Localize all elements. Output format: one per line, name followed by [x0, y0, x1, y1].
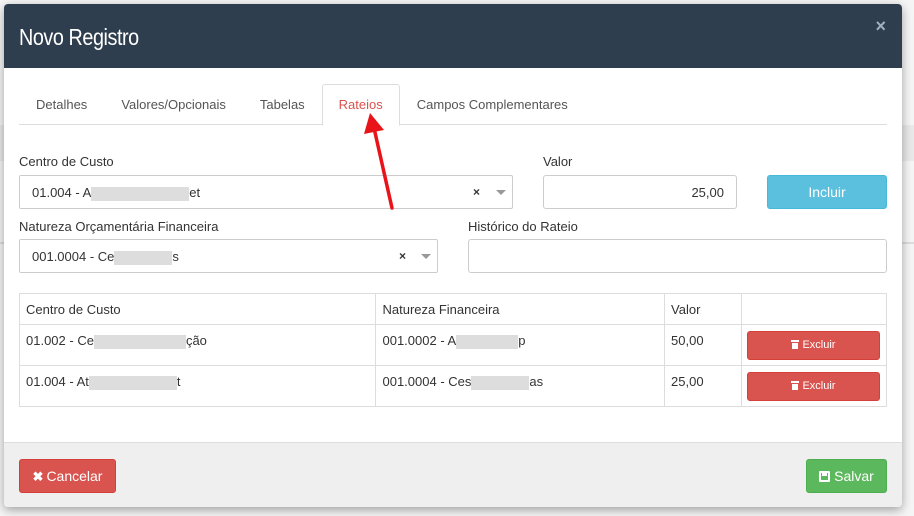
save-icon [819, 471, 831, 482]
modal-title: Novo Registro [19, 24, 139, 50]
cell-natureza: 001.0002 - Ap [375, 324, 666, 366]
cell-actions: Excluir [740, 365, 888, 407]
cell-valor: 25,00 [664, 365, 742, 407]
column-header-centro: Centro de Custo [18, 293, 377, 325]
tab-bar: Detalhes Valores/Opcionais Tabelas Ratei… [19, 84, 887, 126]
clear-icon[interactable]: × [399, 249, 406, 263]
cell-actions: Excluir [740, 324, 888, 366]
trash-icon [791, 340, 800, 349]
historico-label: Histórico do Rateio [468, 219, 578, 234]
chevron-down-icon[interactable] [421, 254, 431, 259]
centro-custo-select[interactable]: 01.004 - Aet × [19, 175, 513, 209]
clear-icon[interactable]: × [473, 185, 480, 199]
trash-icon [791, 381, 800, 390]
historico-input[interactable] [468, 239, 887, 273]
cancel-button[interactable]: ✖ Cancelar [19, 459, 116, 493]
modal-header: Novo Registro × [4, 4, 902, 68]
cancel-x-icon: ✖ [32, 469, 44, 484]
tab-valores-opcionais[interactable]: Valores/Opcionais [104, 84, 243, 125]
natureza-label: Natureza Orçamentária Financeira [19, 219, 219, 234]
column-header-valor: Valor [664, 293, 742, 325]
save-button[interactable]: Salvar [806, 459, 887, 493]
modal-novo-registro: Novo Registro × Detalhes Valores/Opciona… [4, 4, 902, 507]
column-header-actions [740, 293, 888, 325]
rateios-table: Centro de Custo Natureza Financeira Valo… [18, 293, 888, 407]
natureza-select[interactable]: 001.0004 - Ce s × [19, 239, 438, 273]
chevron-down-icon[interactable] [496, 190, 506, 195]
column-header-natureza: Natureza Financeira [375, 293, 666, 325]
tab-detalhes[interactable]: Detalhes [19, 84, 104, 125]
excluir-button[interactable]: Excluir [746, 372, 880, 401]
valor-input[interactable] [543, 175, 737, 209]
close-icon[interactable]: × [875, 16, 886, 36]
cell-centro: 01.002 - Ce ção [18, 324, 377, 366]
valor-label: Valor [543, 154, 573, 169]
cell-natureza: 001.0004 - Ces as [375, 365, 666, 407]
centro-custo-label: Centro de Custo [19, 154, 114, 169]
table-header-row: Centro de Custo Natureza Financeira Valo… [18, 293, 888, 325]
modal-footer: ✖ Cancelar Salvar [4, 442, 902, 507]
natureza-value: 001.0004 - Ce s [32, 249, 179, 265]
cell-valor: 50,00 [664, 324, 742, 366]
tab-rateios[interactable]: Rateios [321, 84, 400, 126]
tab-tabelas[interactable]: Tabelas [243, 84, 322, 125]
excluir-button[interactable]: Excluir [746, 331, 880, 360]
table-row: 01.002 - Ce ção 001.0002 - Ap 50,00 Exclu… [18, 324, 888, 366]
cell-centro: 01.004 - At t [18, 365, 377, 407]
incluir-button[interactable]: Incluir [767, 175, 887, 209]
table-row: 01.004 - At t 001.0004 - Ces as 25,00 Excl… [18, 365, 888, 407]
centro-custo-value: 01.004 - Aet [32, 185, 201, 201]
tab-campos-complementares[interactable]: Campos Complementares [400, 84, 585, 125]
